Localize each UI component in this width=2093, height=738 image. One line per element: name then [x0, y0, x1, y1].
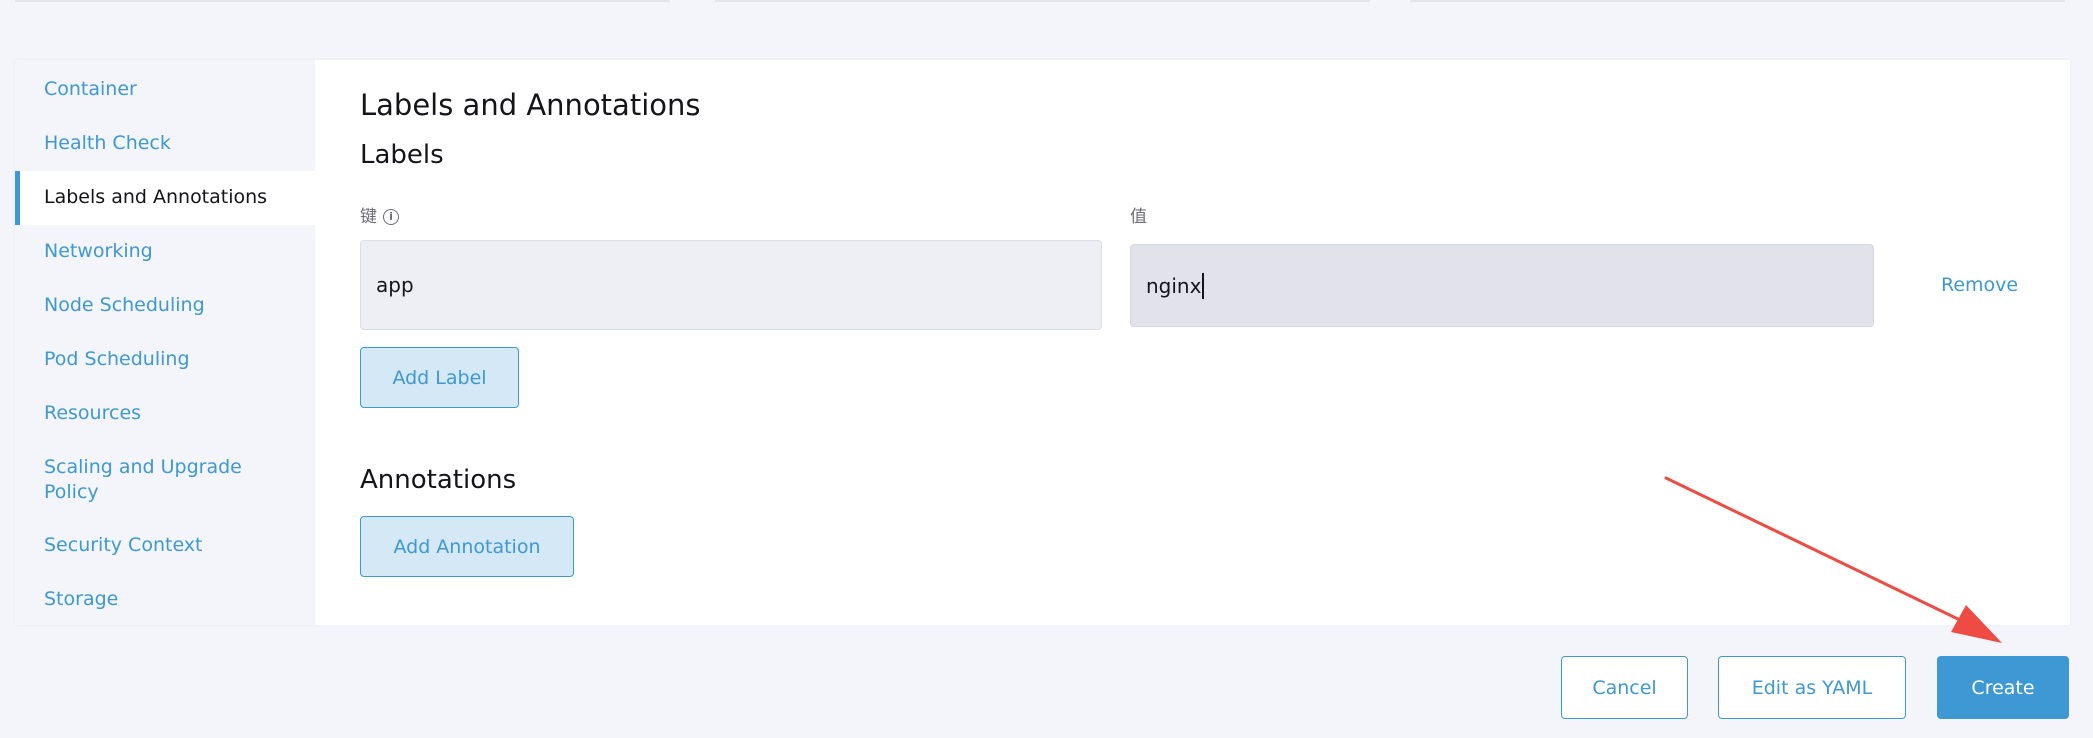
sidebar-item-networking[interactable]: Networking	[15, 239, 315, 264]
sidebar-item-label: Health Check	[44, 132, 171, 154]
create-button[interactable]: Create	[1937, 656, 2069, 719]
sidebar-item-storage[interactable]: Storage	[15, 587, 315, 612]
sidebar-item-label: Pod Scheduling	[44, 348, 190, 370]
add-annotation-button[interactable]: Add Annotation	[360, 516, 574, 577]
sidebar-item-label: Resources	[44, 402, 142, 424]
annotations-heading: Annotations	[360, 465, 517, 495]
label-value-input[interactable]: nginx	[1130, 244, 1874, 327]
sidebar-item-label: Scaling and Upgrade Policy	[44, 456, 242, 503]
previous-section-edge	[0, 0, 2093, 4]
sidebar-item-labels-and-annotations[interactable]: Labels and Annotations	[15, 171, 315, 225]
sidebar-item-health-check[interactable]: Health Check	[15, 131, 315, 156]
add-label-button[interactable]: Add Label	[360, 347, 519, 408]
labels-annotations-panel: Labels and Annotations Labels 键i 值 app n…	[345, 60, 2070, 625]
sidebar-item-label: Security Context	[44, 534, 203, 556]
sidebar-item-container[interactable]: Container	[15, 77, 315, 102]
edit-as-yaml-button[interactable]: Edit as YAML	[1718, 656, 1906, 719]
sidebar-item-label: Storage	[44, 588, 119, 610]
label-key-value: app	[376, 273, 414, 297]
cancel-button[interactable]: Cancel	[1561, 656, 1688, 719]
sidebar-item-node-scheduling[interactable]: Node Scheduling	[15, 293, 315, 318]
form-card: Container Health Check Labels and Annota…	[15, 60, 2070, 625]
section-title: Labels and Annotations	[360, 88, 701, 122]
sidebar-item-scaling-and-upgrade-policy[interactable]: Scaling and Upgrade Policy	[15, 455, 275, 505]
key-field-label: 键i	[360, 202, 399, 227]
sidebar-item-label: Labels and Annotations	[44, 186, 268, 208]
label-key-input[interactable]: app	[360, 240, 1102, 330]
remove-label-link[interactable]: Remove	[1941, 274, 2018, 296]
labels-heading: Labels	[360, 140, 444, 170]
sidebar-item-resources[interactable]: Resources	[15, 401, 315, 426]
key-label-text: 键	[360, 207, 377, 227]
sidebar-item-label: Container	[44, 78, 137, 100]
sidebar-item-label: Node Scheduling	[44, 294, 205, 316]
sidebar-item-pod-scheduling[interactable]: Pod Scheduling	[15, 347, 315, 372]
sidebar-item-security-context[interactable]: Security Context	[15, 533, 315, 558]
info-icon[interactable]: i	[383, 209, 399, 225]
sidebar-item-label: Networking	[44, 240, 153, 262]
text-caret	[1202, 272, 1205, 299]
section-sidebar: Container Health Check Labels and Annota…	[15, 60, 315, 625]
value-field-label: 值	[1130, 207, 1147, 227]
label-value-value: nginx	[1146, 273, 1202, 298]
